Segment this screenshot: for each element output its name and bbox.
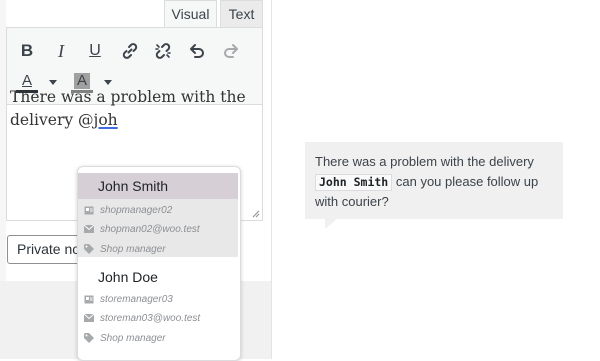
mention-user-username: storemanager03	[84, 290, 173, 308]
editor-text: There was a problem with the delivery @	[10, 88, 246, 129]
tab-visual[interactable]: Visual	[164, 0, 217, 27]
envelope-icon	[84, 314, 94, 322]
mention-typed: joh	[93, 111, 118, 129]
unlink-button[interactable]	[150, 38, 176, 64]
bold-button[interactable]: B	[14, 38, 40, 64]
id-card-icon	[84, 206, 94, 214]
mention-user-name: John Doe	[98, 269, 158, 285]
redo-button[interactable]	[218, 38, 244, 64]
tag-icon	[84, 244, 94, 254]
note-type-select[interactable]: Private note	[7, 235, 87, 264]
note-preview-text: There was a problem with the delivery	[315, 154, 534, 169]
mention-suggestions: John Smith shopmanager02 shopman02@woo.t…	[77, 166, 241, 361]
underline-button[interactable]: U	[82, 38, 108, 64]
note-preview: There was a problem with the delivery Jo…	[305, 142, 563, 219]
mention-user-email: storeman03@woo.test	[84, 309, 200, 327]
italic-button[interactable]: I	[48, 38, 74, 64]
envelope-icon	[84, 225, 94, 233]
underline-icon: U	[89, 42, 101, 59]
mention-user-username: shopmanager02	[84, 201, 172, 219]
redo-icon	[224, 44, 238, 58]
mention-user-role: Shop manager	[84, 329, 166, 347]
mention-option[interactable]: John Smith shopmanager02 shopman02@woo.t…	[78, 173, 238, 257]
mention-user-name: John Smith	[78, 173, 238, 199]
note-preview-tail	[325, 219, 337, 229]
mention-option[interactable]: John Doe storemanager03 storeman03@woo.t…	[78, 262, 238, 346]
link-button[interactable]	[117, 38, 143, 64]
bold-icon: B	[20, 41, 34, 60]
mention-user-role: Shop manager	[84, 240, 166, 258]
unlink-icon	[155, 43, 171, 59]
undo-button[interactable]	[184, 38, 210, 64]
note-preview-mention: John Smith	[315, 174, 393, 191]
editor-content[interactable]: There was a problem with the delivery @j…	[10, 86, 246, 132]
id-card-icon	[84, 295, 94, 303]
mention-user-email: shopman02@woo.test	[84, 220, 200, 238]
undo-icon	[190, 44, 204, 58]
panel-divider	[271, 0, 272, 359]
link-icon	[122, 43, 138, 59]
resize-handle-icon[interactable]	[251, 209, 260, 218]
tab-text[interactable]: Text	[220, 0, 263, 27]
tag-icon	[84, 333, 94, 343]
italic-icon: I	[58, 40, 64, 61]
